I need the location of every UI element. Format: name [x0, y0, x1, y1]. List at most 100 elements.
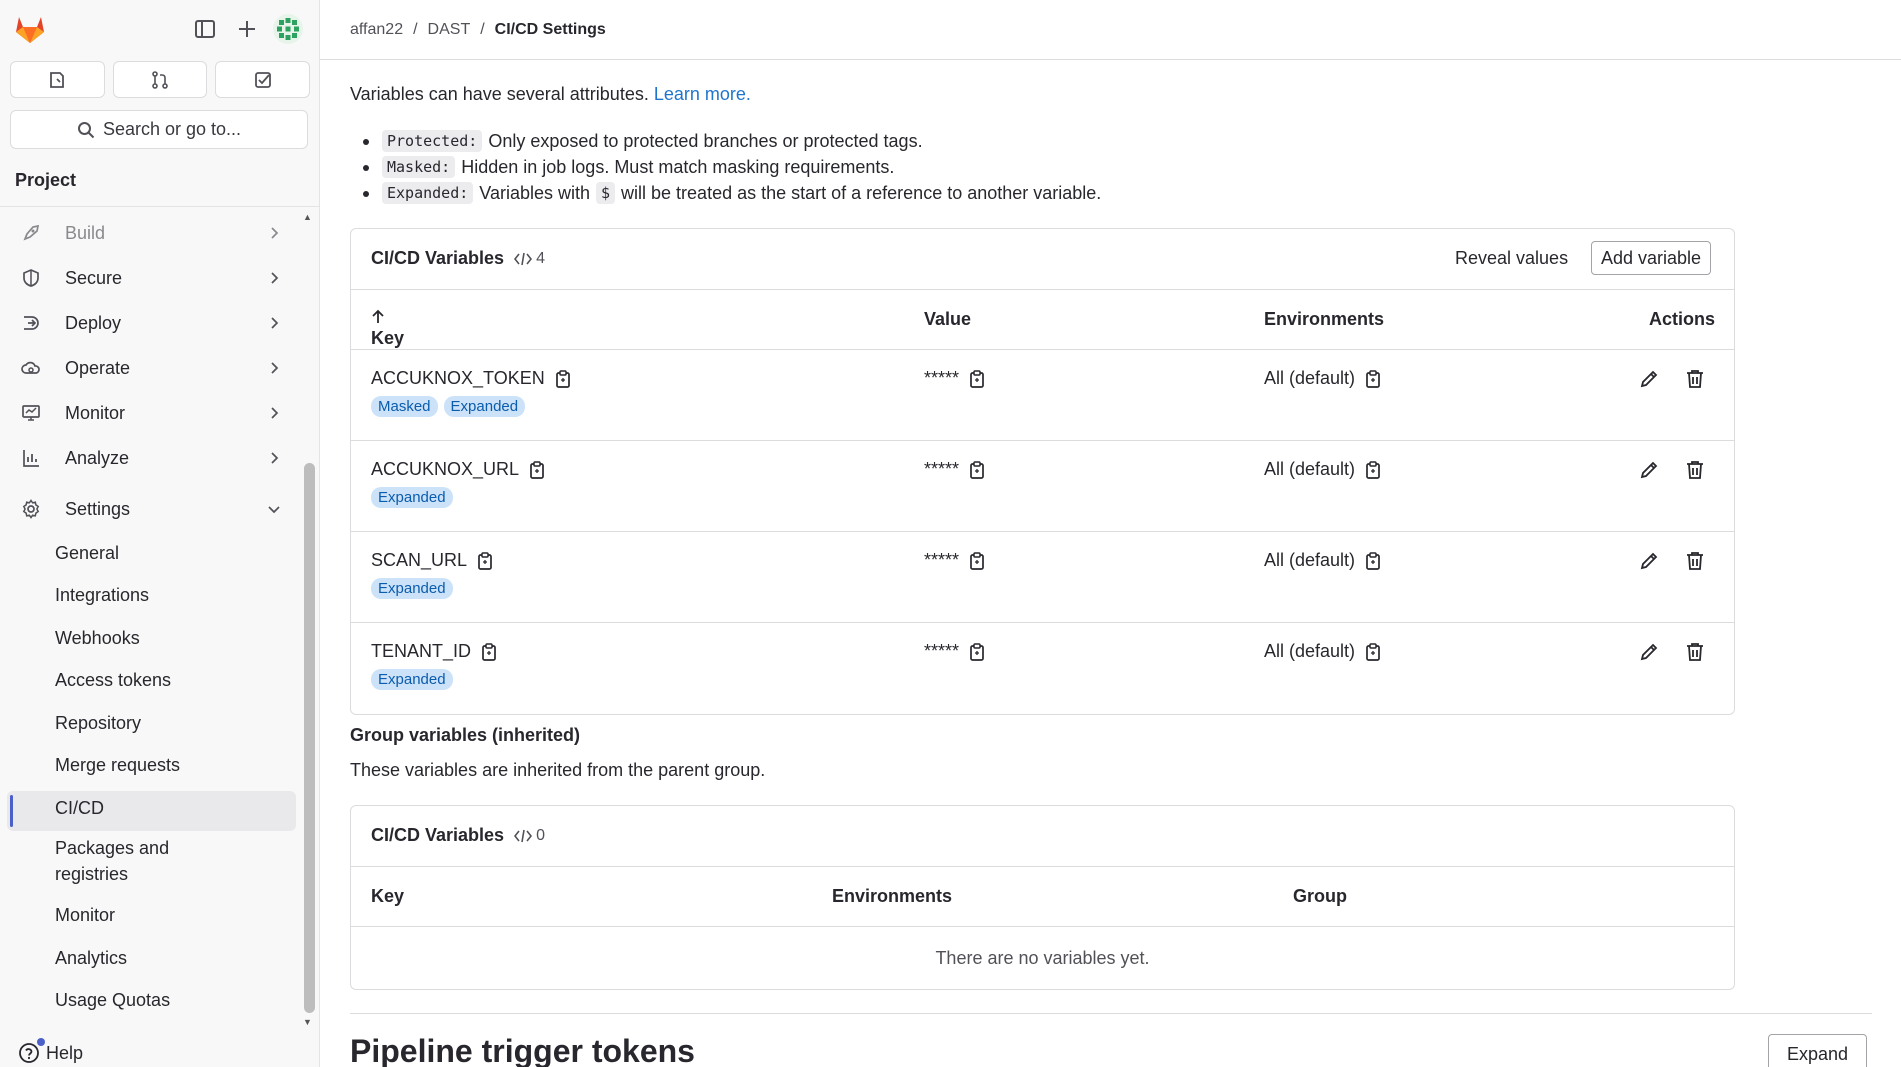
breadcrumb-item[interactable]: DAST [428, 21, 471, 39]
group-variables-desc: These variables are inherited from the p… [350, 760, 766, 780]
issues-icon [50, 71, 65, 88]
sidebar-item-analyze[interactable]: Analyze [10, 438, 296, 478]
search-label: Search or go to... [102, 119, 242, 139]
notification-dot [37, 1038, 45, 1046]
chevron-right-icon [271, 272, 279, 284]
copy-icon[interactable] [1365, 642, 1381, 661]
delete-icon[interactable] [1684, 641, 1706, 663]
masked-value: ***** [924, 550, 960, 570]
packages-label-line2: registries [55, 864, 129, 884]
expand-button[interactable]: Expand [1768, 1034, 1868, 1067]
badge-expanded: Expanded [371, 578, 453, 599]
help-button[interactable]: Help [18, 1038, 83, 1064]
toggle-sidebar-icon[interactable] [192, 16, 218, 42]
gear-icon [20, 498, 42, 520]
delete-icon[interactable] [1684, 550, 1706, 572]
copy-icon[interactable] [969, 369, 985, 388]
sidebar-item-secure[interactable]: Secure [10, 258, 296, 298]
learn-more-link[interactable]: Learn more. [654, 84, 751, 104]
sidebar-item-label: Settings [65, 498, 131, 519]
copy-icon[interactable] [969, 460, 985, 479]
environment-value: All (default) [1264, 368, 1356, 388]
environment-cell: All (default) [1264, 368, 1381, 389]
scroll-down-icon[interactable]: ▼ [303, 1017, 312, 1027]
environment-value: All (default) [1264, 550, 1356, 570]
sidebar-subitem-usage-quotas[interactable]: Usage Quotas [55, 990, 170, 1011]
sidebar-item-monitor[interactable]: Monitor [10, 393, 296, 433]
top-bar: affan22 / DAST / CI/CD Settings [320, 0, 1901, 60]
chevron-right-icon [271, 317, 279, 329]
sidebar-section-title: Project [15, 170, 77, 190]
variable-key: ACCUKNOX_TOKEN [371, 368, 545, 388]
chevron-right-icon [271, 407, 279, 419]
issues-tab[interactable] [10, 61, 105, 98]
code-icon [514, 829, 533, 842]
sidebar-subitem-monitor[interactable]: Monitor [55, 905, 115, 926]
cicd-variables-card: CI/CD Variables 4 Reveal values Add vari… [350, 228, 1735, 715]
copy-icon[interactable] [529, 460, 545, 479]
edit-icon[interactable] [1638, 368, 1660, 390]
attribute-desc-cont: will be treated as the start of a refere… [621, 182, 1102, 203]
copy-icon[interactable] [969, 551, 985, 570]
copy-icon[interactable] [969, 642, 985, 661]
avatar[interactable] [273, 14, 303, 44]
variable-key: SCAN_URL [371, 550, 468, 570]
variable-key: ACCUKNOX_URL [371, 459, 520, 479]
gitlab-logo-icon[interactable] [14, 14, 46, 44]
edit-icon[interactable] [1638, 459, 1660, 481]
delete-icon[interactable] [1684, 459, 1706, 481]
count-value: 4 [536, 249, 545, 267]
copy-icon[interactable] [477, 551, 493, 570]
plus-icon[interactable] [234, 16, 260, 42]
card-title-text: CI/CD Variables [371, 248, 505, 268]
sidebar-subitem-merge-requests[interactable]: Merge requests [55, 755, 180, 776]
sidebar-item-settings[interactable]: Settings [10, 489, 296, 529]
sidebar-item-label: Analyze [65, 447, 130, 468]
sidebar-subitem-repository[interactable]: Repository [55, 713, 141, 734]
sidebar-subitem-packages[interactable]: Packages and registries [55, 838, 169, 885]
pipeline-trigger-tokens-title: Pipeline trigger tokens [350, 1033, 695, 1067]
edit-icon[interactable] [1638, 641, 1660, 663]
copy-icon[interactable] [1365, 369, 1381, 388]
todo-tab[interactable] [215, 61, 311, 98]
code-icon [514, 252, 533, 265]
scroll-up-icon[interactable]: ▲ [303, 212, 312, 222]
attribute-bullet: Masked: Hidden in job logs. Must match m… [362, 156, 895, 178]
variable-count: 4 [514, 250, 545, 268]
card-header: CI/CD Variables 4 Reveal values Add vari… [351, 229, 1734, 290]
group-variables-title: Group variables (inherited) [350, 725, 581, 745]
copy-icon[interactable] [481, 642, 497, 661]
sidebar-item-deploy[interactable]: Deploy [10, 303, 296, 343]
sidebar-subitem-access-tokens[interactable]: Access tokens [55, 670, 171, 691]
attribute-code: Masked: [382, 156, 456, 178]
breadcrumb-item[interactable]: affan22 [350, 21, 403, 39]
attribute-bullet: Expanded: Variables with $ will be treat… [362, 182, 1102, 204]
monitor-icon [20, 402, 42, 424]
environment-value: All (default) [1264, 641, 1356, 661]
breadcrumb-current[interactable]: CI/CD Settings [495, 21, 606, 39]
merge-requests-tab[interactable] [112, 61, 208, 98]
sidebar-subitem-integrations[interactable]: Integrations [55, 585, 149, 606]
search-button[interactable]: Search or go to... [10, 110, 308, 149]
copy-icon[interactable] [555, 369, 571, 388]
sidebar-subitem-general[interactable]: General [55, 543, 119, 564]
add-variable-button[interactable]: Add variable [1591, 241, 1712, 275]
badge-expanded: Expanded [371, 487, 453, 508]
sidebar-subitem-analytics[interactable]: Analytics [55, 948, 127, 969]
edit-icon[interactable] [1638, 550, 1660, 572]
sidebar-subitem-webhooks[interactable]: Webhooks [55, 628, 140, 649]
attribute-desc: Hidden in job logs. Must match masking r… [461, 156, 895, 177]
sidebar-subitem-cicd[interactable]: CI/CD [55, 798, 104, 819]
copy-icon[interactable] [1365, 551, 1381, 570]
delete-icon[interactable] [1684, 368, 1706, 390]
sidebar-item-build[interactable]: Build [10, 213, 296, 253]
table-row: ACCUKNOX_TOKEN Masked Expanded ***** All … [351, 350, 1734, 441]
sidebar-scrollbar-thumb[interactable] [304, 463, 315, 1013]
attribute-code: Expanded: [382, 182, 474, 204]
key-column-header[interactable]: Key [371, 309, 404, 348]
sidebar-top [0, 0, 319, 58]
sidebar-item-operate[interactable]: Operate [10, 348, 296, 388]
card-title-text: CI/CD Variables [371, 825, 505, 845]
copy-icon[interactable] [1365, 460, 1381, 479]
reveal-values-toggle[interactable]: Reveal values [1455, 248, 1568, 269]
